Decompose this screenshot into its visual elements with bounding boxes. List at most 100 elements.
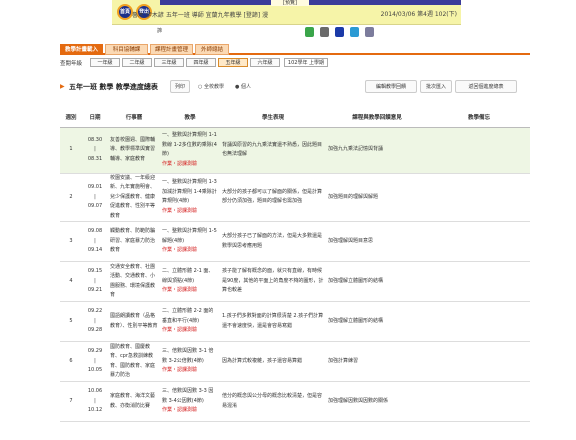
print-button[interactable]: 列印 bbox=[170, 80, 190, 93]
cell-notes bbox=[428, 261, 530, 302]
cell-date: 09.29 | 10.05 bbox=[82, 341, 108, 382]
radio-personal-label: 個人 bbox=[240, 84, 251, 90]
radio-personal[interactable]: ● 個人 bbox=[235, 83, 251, 90]
user-icon[interactable] bbox=[319, 27, 329, 37]
cell-feedback: 加強理解與題目意思 bbox=[326, 221, 428, 262]
col-performance: 學生表現 bbox=[220, 108, 326, 128]
table-row: 2 09.01 | 09.07 校園安議、一年級迎新、九年實施明會、兒少保護教育、健康促… bbox=[60, 173, 530, 222]
cell-week: 5 bbox=[60, 301, 82, 342]
user-info: 魯木 伊木諺 五年一班 導師 宜蘭九年教學 [登諦] 漫 bbox=[132, 12, 269, 19]
cell-calendar: 交通安全教育、社團活動、交通教育、小團服務、環境保護教育 bbox=[108, 261, 160, 302]
cell-performance: 1.孩子們多數對面的計算很清楚 2.孩子們計算還不會速度快，還是會容易寫錯 bbox=[220, 301, 326, 342]
school-year-select[interactable]: 102學年 上學期 bbox=[284, 58, 328, 67]
assignment-link[interactable]: 作業・認課測驗 bbox=[162, 406, 218, 416]
assignment-link[interactable]: 作業・認課測驗 bbox=[162, 286, 218, 296]
tab-plan[interactable]: 教學計畫載入 bbox=[60, 44, 103, 55]
cell-calendar: 觸動教育、防範防騙研習、家庭暴力防治教育 bbox=[108, 221, 160, 262]
preview-tag: [預覽] bbox=[271, 0, 309, 6]
grade-label: 查閱年級 bbox=[60, 61, 83, 67]
table-row: 6 09.29 | 10.05 國防教育、國慶教育、cpr急救訓練教育、國防教育、家庭暴… bbox=[60, 341, 530, 382]
grade-3-button[interactable]: 三年級 bbox=[154, 58, 184, 67]
table-row: 3 09.08 | 09.14 觸動教育、防範防騙研習、家庭暴力防治教育 一、整數與計算規… bbox=[60, 221, 530, 262]
cell-feedback: 加強九九乘法記憶與背誦 bbox=[326, 127, 428, 174]
cell-notes bbox=[428, 381, 530, 422]
grade-selector: 查閱年級 一年級 二年級 三年級 四年級 五年級 六年級 102學年 上學期 bbox=[60, 58, 530, 68]
help-icon[interactable] bbox=[364, 27, 374, 37]
assignment-link[interactable]: 作業・認課測驗 bbox=[162, 326, 218, 336]
cell-calendar: 國語朗讀教育（品格教育）、性別平等教育 bbox=[108, 301, 160, 342]
cell-calendar: 國防教育、國慶教育、cpr急救訓練教育、國防教育、家庭暴力防治 bbox=[108, 341, 160, 382]
cell-teaching: 二、立體形體 2-1 面、線與頂點(4節) 作業・認課測驗 bbox=[160, 261, 220, 302]
page-title: 五年一班 數學 教學進度總表 bbox=[69, 83, 158, 91]
profile-icon[interactable] bbox=[334, 27, 344, 37]
grade-4-button[interactable]: 四年級 bbox=[186, 58, 216, 67]
table-row: 1 08.30 | 08.31 友善校園週、國際輔導、教學標準與實習輔導、家庭教育 一、整… bbox=[60, 127, 530, 174]
cell-feedback: 加強計算練習 bbox=[326, 341, 428, 382]
grade-6-button[interactable]: 六年級 bbox=[250, 58, 280, 67]
app-header: [預覽] 首頁 登出 魯木 伊木諺 五年一班 導師 宜蘭九年教學 [登諦] 漫 … bbox=[112, 0, 461, 25]
cell-teaching: 二、立體形體 2-2 面的垂直和平行(4節) 作業・認課測驗 bbox=[160, 301, 220, 342]
cell-performance: 大部分孩子已了解面的方法，但是大多數還是數學與思考應用題 bbox=[220, 221, 326, 262]
title-row: ▶ 五年一班 數學 教學進度總表 列印 ○ 全校教學 ● 個人 編輯教學回饋 批… bbox=[60, 80, 530, 94]
assignment-link[interactable]: 作業・認課測驗 bbox=[162, 207, 218, 217]
radio-school[interactable]: ○ 全校教學 bbox=[198, 83, 224, 90]
radio-school-label: 全校教學 bbox=[203, 84, 224, 90]
date-info: 2014/03/06 第4週 102(下) bbox=[380, 11, 457, 18]
schedule-table: 週別 日期 行事曆 教學 學生表現 課程與教學回饋意見 教學備忘 1 08.30 |… bbox=[60, 108, 530, 422]
col-teaching: 教學 bbox=[160, 108, 220, 128]
cell-teaching: 一、整數與計算規則 1-5 解題(4節) 作業・認課測驗 bbox=[160, 221, 220, 262]
cell-date: 09.08 | 09.14 bbox=[82, 221, 108, 262]
assignment-link[interactable]: 作業・認課測驗 bbox=[162, 246, 218, 256]
tab-summary[interactable]: 外師總結 bbox=[195, 44, 229, 55]
batch-import-button[interactable]: 批次匯入 bbox=[420, 80, 452, 93]
cell-week: 4 bbox=[60, 261, 82, 302]
cell-feedback: 加強理解立體圖形的結構 bbox=[326, 301, 428, 342]
home-button[interactable]: 首頁 bbox=[117, 4, 133, 20]
cell-week: 7 bbox=[60, 381, 82, 422]
cell-notes bbox=[428, 341, 530, 382]
cell-performance: 因為計算式較複雜，孩子還容易算錯 bbox=[220, 341, 326, 382]
cell-performance: 背誦與原習的九九乘法實還不熟悉，因此題目也無法理解 bbox=[220, 127, 326, 174]
assignment-link[interactable]: 作業・認課測驗 bbox=[162, 366, 218, 376]
cell-date: 09.15 | 09.21 bbox=[82, 261, 108, 302]
cell-feedback: 加強理解因數與因數的關係 bbox=[326, 381, 428, 422]
grade-5-button[interactable]: 五年級 bbox=[218, 58, 248, 67]
cell-week: 3 bbox=[60, 221, 82, 262]
cell-week: 6 bbox=[60, 341, 82, 382]
table-body: 1 08.30 | 08.31 友善校園週、國際輔導、教學標準與實習輔導、家庭教育 一、整… bbox=[60, 127, 530, 422]
cell-notes bbox=[428, 301, 530, 342]
cell-date: 08.30 | 08.31 bbox=[82, 127, 108, 174]
cell-date: 09.22 | 09.28 bbox=[82, 301, 108, 342]
cell-performance: 孩子能了解有概念的面，就只有直線，有時候是90度，其他的平面上的角度不夠的圖形，… bbox=[220, 261, 326, 302]
quick-icons bbox=[305, 27, 378, 41]
tab-subject[interactable]: 科目協輔課 bbox=[105, 44, 148, 55]
grade-2-button[interactable]: 二年級 bbox=[122, 58, 152, 67]
grade-1-button[interactable]: 一年級 bbox=[90, 58, 120, 67]
table-row: 7 10.06 | 10.12 家庭教育、海洋文藝教、亦衡消防比賽 三、倍數與因數 3-3… bbox=[60, 381, 530, 422]
header-bar bbox=[160, 0, 461, 5]
back-button[interactable]: 返回個進度總表 bbox=[455, 80, 517, 93]
assignment-link[interactable]: 作業・認課測驗 bbox=[162, 160, 218, 170]
cell-calendar: 校園安議、一年級迎新、九年實施明會、兒少保護教育、健康促進教育、性別平等教育 bbox=[108, 173, 160, 222]
col-date: 日期 bbox=[82, 108, 108, 128]
cell-calendar: 家庭教育、海洋文藝教、亦衡消防比賽 bbox=[108, 381, 160, 422]
cell-notes bbox=[428, 127, 530, 174]
cell-week: 1 bbox=[60, 127, 82, 174]
col-calendar: 行事曆 bbox=[108, 108, 160, 128]
cell-teaching: 一、整數與計算規則 1-3 加減計算規則 1-4乘除計算規則(4節) 作業・認課測… bbox=[160, 173, 220, 222]
header-subinfo: 諦 bbox=[157, 28, 163, 34]
main-tabs: 教學計畫載入 科目協輔課 課程計畫管理 外師總結 bbox=[60, 44, 530, 55]
cell-feedback: 加強理解立體圖形的結構 bbox=[326, 261, 428, 302]
title-arrow-icon: ▶ bbox=[60, 83, 65, 90]
edit-feedback-button[interactable]: 編輯教學回饋 bbox=[365, 80, 417, 93]
table-row: 4 09.15 | 09.21 交通安全教育、社團活動、交通教育、小團服務、環境保護教育… bbox=[60, 261, 530, 302]
cell-week: 2 bbox=[60, 173, 82, 222]
table-row: 5 09.22 | 09.28 國語朗讀教育（品格教育）、性別平等教育 二、立體形體 2-… bbox=[60, 301, 530, 342]
tab-course[interactable]: 課程計畫管理 bbox=[150, 44, 193, 55]
cell-performance: 大部分的孩子都可以了解面的關係，但是計算部分仍須加強，題目的理解也需加強 bbox=[220, 173, 326, 222]
cell-date: 09.01 | 09.07 bbox=[82, 173, 108, 222]
settings-icon[interactable] bbox=[349, 27, 359, 37]
cell-date: 10.06 | 10.12 bbox=[82, 381, 108, 422]
app-icon[interactable] bbox=[305, 27, 314, 37]
cell-notes bbox=[428, 221, 530, 262]
